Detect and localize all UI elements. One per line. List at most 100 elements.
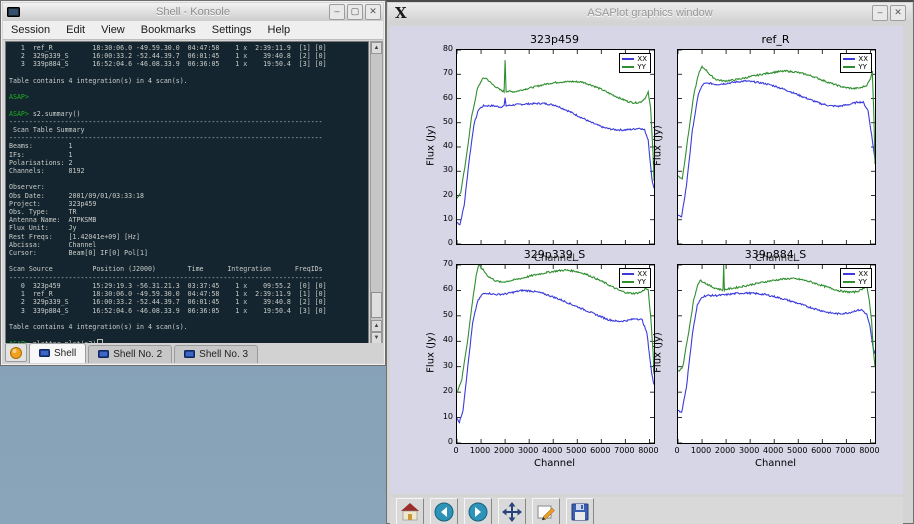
figure-canvas[interactable]: ChannelXXYY323p45901020304050607080Flux …: [390, 26, 903, 494]
legend-line-icon: [843, 281, 855, 283]
ytick-label: 60: [428, 284, 453, 293]
ytick-label: 70: [428, 68, 453, 77]
new-session-button[interactable]: [5, 343, 27, 362]
terminal-line: Scan Table Summary: [9, 126, 368, 134]
configure-subplots-button[interactable]: [532, 498, 560, 524]
ytick-label: 10: [428, 412, 453, 421]
minimize-button[interactable]: –: [872, 5, 888, 21]
shell-screen-icon: [39, 349, 50, 358]
menu-item-settings[interactable]: Settings: [204, 24, 260, 36]
scroll-up2-icon[interactable]: ▲: [371, 320, 382, 332]
menu-item-session[interactable]: Session: [3, 24, 58, 36]
plot-toolbar: [390, 497, 903, 524]
konsole-window: Shell - Konsole – ▢ ✕ SessionEditViewBoo…: [0, 0, 386, 366]
terminal-line: Project: 323p459: [9, 200, 368, 208]
subplot-339p884_S: XXYY: [677, 264, 876, 444]
terminal-line: [9, 257, 368, 265]
legend-entry-XX: XX: [622, 270, 647, 278]
ytick-label: 80: [428, 44, 453, 53]
series-line-XX: [457, 98, 654, 225]
legend-label: YY: [637, 63, 646, 71]
terminal-scrollbar[interactable]: ▲ ▲ ▼: [370, 41, 383, 345]
tab-label: Shell No. 2: [113, 349, 162, 360]
home-button[interactable]: [396, 498, 424, 524]
yaxis-label: Flux (Jy): [426, 323, 439, 383]
ytick-label: 20: [428, 386, 453, 395]
terminal-line: Flux Unit: Jy: [9, 224, 368, 232]
shell-tab-shell-no-2[interactable]: Shell No. 2: [88, 345, 172, 363]
series-line-XX: [457, 290, 654, 423]
menu-item-bookmarks[interactable]: Bookmarks: [133, 24, 204, 36]
terminal-line: 3 339p884_S 16:52:04.6 -46.08.33.9 06:36…: [9, 60, 368, 68]
legend-entry-XX: XX: [843, 55, 868, 63]
ytick-label: 20: [428, 190, 453, 199]
legend-line-icon: [622, 281, 634, 283]
terminal-line: 1 ref_R 18:30:06.0 -49.59.30.0 04:47:58 …: [9, 44, 368, 52]
terminal-line: Cursor: Beam[0] IF[0] Pol[1]: [9, 249, 368, 257]
terminal-line: [9, 69, 368, 77]
xtick-label: 8000: [854, 446, 884, 455]
legend: XXYY: [619, 53, 651, 73]
tab-label: Shell: [54, 348, 76, 359]
scroll-up-icon[interactable]: ▲: [371, 42, 382, 54]
terminal-line: [9, 331, 368, 339]
yaxis-label: Flux (Jy): [426, 116, 439, 176]
scrollbar-thumb[interactable]: [371, 292, 382, 318]
subplot-title: 339p884_S: [677, 248, 874, 261]
terminal-line: Table contains 4 integration(s) in 4 sca…: [9, 77, 368, 85]
konsole-window-buttons: – ▢ ✕: [329, 4, 381, 20]
forward-button[interactable]: [464, 498, 492, 524]
konsole-window-title: Shell - Konsole: [3, 6, 383, 18]
ytick-label: 60: [428, 93, 453, 102]
shell-screen-icon: [184, 350, 195, 359]
terminal-line: ASAP>: [9, 93, 368, 101]
xaxis-label: Channel: [677, 458, 874, 469]
terminal-line: Scan Source Position (J2000) Time Integr…: [9, 265, 368, 273]
subplot-title: ref_R: [677, 33, 874, 46]
shell-tab-shell-no-3[interactable]: Shell No. 3: [174, 345, 258, 363]
subplot-323p459: XXYY: [456, 49, 655, 245]
subplot-title: 329p339_S: [456, 248, 653, 261]
legend-label: XX: [858, 55, 868, 63]
back-icon: [433, 501, 455, 523]
terminal-line: 0 323p459 15:29:19.3 -56.31.21.3 03:37:4…: [9, 282, 368, 290]
pan-icon: [501, 501, 523, 523]
ytick-label: 0: [428, 238, 453, 247]
plot-canvas-339p884_S: [678, 265, 875, 443]
terminal-line: 2 329p339_S 16:00:33.2 -52.44.39.7 06:01…: [9, 298, 368, 306]
terminal-line: IFs: 1: [9, 151, 368, 159]
legend-label: XX: [637, 270, 647, 278]
legend-entry-XX: XX: [622, 55, 647, 63]
shell-screen-icon: [98, 350, 109, 359]
close-button[interactable]: ✕: [890, 5, 906, 21]
asaplot-window-title: ASAPlot graphics window: [388, 7, 912, 19]
save-icon: [569, 501, 591, 523]
yaxis-label: Flux (Jy): [653, 323, 666, 383]
legend-entry-YY: YY: [843, 63, 868, 71]
legend: XXYY: [619, 268, 651, 288]
terminal-line: Rest Freqs: [1.42041e+09] [Hz]: [9, 233, 368, 241]
legend-line-icon: [843, 273, 855, 275]
konsole-menubar: SessionEditViewBookmarksSettingsHelp: [3, 21, 383, 40]
minimize-button[interactable]: –: [329, 4, 345, 20]
menu-item-edit[interactable]: Edit: [58, 24, 93, 36]
back-button[interactable]: [430, 498, 458, 524]
terminal-output[interactable]: 1 ref_R 18:30:06.0 -49.59.30.0 04:47:58 …: [5, 41, 369, 345]
asaplot-titlebar[interactable]: X ASAPlot graphics window – ✕: [388, 3, 912, 23]
legend-entry-XX: XX: [843, 270, 868, 278]
legend-line-icon: [622, 273, 634, 275]
maximize-button[interactable]: ▢: [347, 4, 363, 20]
terminal-line: Obs Date: 2001/09/01/03:33:18: [9, 192, 368, 200]
save-button[interactable]: [566, 498, 594, 524]
menu-item-help[interactable]: Help: [260, 24, 299, 36]
asaplot-window: X ASAPlot graphics window – ✕ ChannelXXY…: [386, 0, 914, 524]
terminal-line: Antenna Name: ATPKSMB: [9, 216, 368, 224]
menu-item-view[interactable]: View: [93, 24, 133, 36]
terminal-line: ----------------------------------------…: [9, 134, 368, 142]
shell-tab-shell[interactable]: Shell: [29, 343, 86, 363]
xtick-label: 8000: [633, 446, 663, 455]
close-button[interactable]: ✕: [365, 4, 381, 20]
konsole-titlebar[interactable]: Shell - Konsole – ▢ ✕: [3, 3, 383, 21]
pan-button[interactable]: [498, 498, 526, 524]
home-icon: [399, 501, 421, 523]
